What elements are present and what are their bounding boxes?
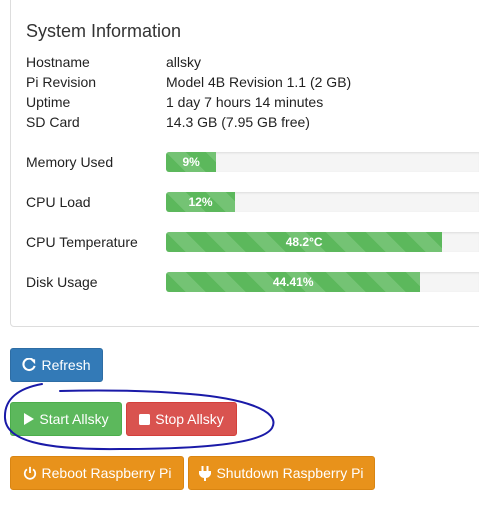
plug-icon	[199, 465, 212, 481]
memory-used-progress: 9%	[166, 152, 479, 172]
cpu-load-progress: 12%	[166, 192, 479, 212]
power-icon	[23, 466, 37, 480]
refresh-icon	[22, 358, 37, 372]
cpu-temperature-bar: 48.2°C	[166, 232, 443, 252]
cpu-load-bar: 12%	[166, 192, 236, 212]
hostname-value: allsky	[166, 54, 202, 70]
cpu-temperature-progress: 48.2°C	[166, 232, 479, 252]
stop-allsky-label: Stop Allsky	[155, 411, 224, 427]
cpu-load-label: CPU Load	[26, 194, 91, 210]
shutdown-raspberry-pi-button[interactable]: Shutdown Raspberry Pi	[188, 456, 375, 490]
disk-usage-label: Disk Usage	[26, 274, 98, 290]
disk-usage-progress: 44.41%	[166, 272, 479, 292]
cpu-temperature-label: CPU Temperature	[26, 234, 138, 250]
pi-revision-value: Model 4B Revision 1.1 (2 GB)	[166, 74, 352, 90]
hostname-label: Hostname	[26, 54, 90, 70]
refresh-label: Refresh	[41, 357, 91, 373]
memory-used-label: Memory Used	[26, 154, 114, 170]
shutdown-raspberry-pi-label: Shutdown Raspberry Pi	[216, 465, 364, 481]
uptime-value: 1 day 7 hours 14 minutes	[166, 94, 324, 110]
refresh-button[interactable]: Refresh	[10, 348, 103, 382]
play-icon	[23, 413, 35, 425]
reboot-raspberry-pi-button[interactable]: Reboot Raspberry Pi	[10, 456, 184, 490]
stop-icon	[139, 413, 151, 425]
start-allsky-button[interactable]: Start Allsky	[10, 402, 122, 436]
reboot-raspberry-pi-label: Reboot Raspberry Pi	[41, 465, 172, 481]
stop-allsky-button[interactable]: Stop Allsky	[126, 402, 237, 436]
sd-card-value: 14.3 GB (7.95 GB free)	[166, 114, 310, 130]
sd-card-label: SD Card	[26, 114, 80, 130]
start-allsky-label: Start Allsky	[39, 411, 109, 427]
disk-usage-bar: 44.41%	[166, 272, 421, 292]
panel-title: System Information	[26, 21, 182, 41]
memory-used-bar: 9%	[166, 152, 217, 172]
pi-revision-label: Pi Revision	[26, 74, 97, 90]
uptime-label: Uptime	[26, 94, 71, 110]
